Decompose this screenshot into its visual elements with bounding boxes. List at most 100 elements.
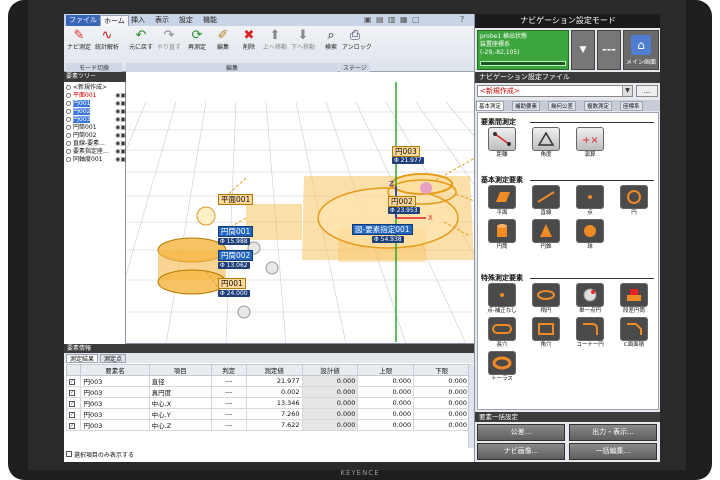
grid-icon[interactable]: ▦ [400, 15, 408, 25]
redo-button[interactable]: ↷ やり直す [156, 28, 182, 58]
measure-corner-circle-button[interactable]: コーナー円 [574, 317, 606, 353]
undo-button[interactable]: ↶ 元に戻す [128, 28, 154, 58]
column-header[interactable]: 上限 [357, 364, 415, 376]
label-element-specified[interactable]: 図-要素指定001 [352, 224, 413, 235]
row-checkbox[interactable]: ✓ [69, 401, 75, 407]
measure-square-hole-button[interactable]: 角穴 [530, 317, 562, 353]
tree-item[interactable]: 同軸度001 ◉▣ [66, 156, 126, 164]
column-header[interactable]: 設計値 [301, 364, 359, 376]
eye-icon[interactable]: ◉▣ [115, 148, 126, 156]
probe-dropdown-button[interactable]: ▼ [571, 30, 595, 70]
print-icon[interactable]: ▥ [388, 15, 396, 25]
measure-circle-button[interactable]: 円 [618, 185, 650, 221]
measure-cone-button[interactable]: 円錐 [530, 219, 562, 255]
cell-upper[interactable]: 0.000 [357, 397, 415, 409]
tree-item[interactable]: 円筒002 ◉▣ [66, 132, 126, 140]
tolerance-button[interactable]: 公差... [477, 424, 565, 441]
eye-icon[interactable]: ◉▣ [115, 92, 126, 100]
cell-lower[interactable]: 0.000 [413, 386, 470, 398]
tab-coordinate-system[interactable]: 座標系 [620, 101, 643, 111]
measure-point-button[interactable]: 点 [574, 185, 606, 221]
save-icon[interactable]: ▣ [364, 15, 372, 25]
tab-multi-measure[interactable]: 複数測定 [584, 101, 613, 111]
measure-ellipse-button[interactable]: 楕円 [530, 283, 562, 319]
main-screen-button[interactable]: ⌂ メイン画面 [623, 30, 659, 70]
label-circle-003[interactable]: 円003 [392, 146, 420, 157]
table-row[interactable]: ✓ 円003 直径 --- 21.977 0.000 0.000 0.000 [65, 375, 470, 387]
tab-functions[interactable]: 機能 [200, 15, 220, 26]
cell-lower[interactable]: 0.000 [413, 397, 470, 409]
tab-view[interactable]: 表示 [152, 15, 172, 26]
cell-design[interactable]: 0.000 [301, 397, 359, 409]
measure-single-point-circle-button[interactable]: 単一点円 [574, 283, 606, 319]
remeasure-button[interactable]: ⟳ 再測定 [184, 28, 210, 58]
edit-button[interactable]: ✐ 編集 [210, 28, 236, 58]
label-cylinder-002[interactable]: 円筒002 [218, 250, 254, 261]
measure-step-cylinder-button[interactable]: 段差円筒 [618, 283, 650, 319]
cell-design[interactable]: 0.000 [301, 408, 359, 420]
search-button[interactable]: ⌕ 検索 [318, 28, 344, 58]
eye-icon[interactable]: ◉▣ [115, 140, 126, 148]
row-checkbox[interactable]: ✓ [69, 412, 75, 418]
table-row[interactable]: ✓ 円003 真円度 --- 0.002 0.000 0.000 0.000 [65, 386, 470, 398]
label-circle-001[interactable]: 円001 [218, 278, 246, 289]
cell-lower[interactable]: 0.000 [413, 375, 470, 387]
table-row[interactable]: ✓ 円003 中心.Z --- 7.622 0.000 0.000 0.000 [65, 419, 470, 431]
measure-angle-button[interactable]: 角度 [530, 127, 562, 163]
cell-upper[interactable]: 0.000 [357, 375, 415, 387]
measure-torus-button[interactable]: トーラス [486, 351, 518, 387]
column-header[interactable]: 下限 [413, 364, 470, 376]
column-header[interactable]: 項目 [148, 364, 212, 376]
cell-upper[interactable]: 0.000 [357, 386, 415, 398]
folder-icon[interactable]: ▤ [376, 15, 384, 25]
cell-upper[interactable]: 0.000 [357, 408, 415, 420]
label-circle-002[interactable]: 円002 [388, 196, 416, 207]
measure-calculation-button[interactable]: +× 演算 [574, 127, 606, 163]
tree-item[interactable]: <新規作成> [66, 84, 126, 92]
move-down-button[interactable]: ⬇ 下へ移動 [290, 28, 316, 58]
tree-item[interactable]: 要素指定座... ◉▣ [66, 148, 126, 156]
cell-lower[interactable]: 0.000 [413, 419, 470, 431]
tree-item[interactable]: 円001 ◉▣ [66, 100, 126, 108]
batch-edit-button[interactable]: 一括編集... [569, 443, 657, 460]
measure-line-button[interactable]: 直線 [530, 185, 562, 221]
tree-item[interactable]: 円002 ◉▣ [66, 108, 126, 116]
tab-settings[interactable]: 設定 [176, 15, 196, 26]
nav-file-select[interactable]: <新規作成> ▼ [477, 85, 633, 97]
tab-basic-measure[interactable]: 基本測定 [476, 101, 505, 111]
tree-item[interactable]: 平面001 ◉▣ [66, 92, 126, 100]
eye-icon[interactable]: ◉▣ [115, 108, 126, 116]
eye-icon[interactable]: ◉▣ [115, 124, 126, 132]
measure-distance-button[interactable]: 距離 [486, 127, 518, 163]
column-header[interactable] [65, 364, 82, 376]
measure-slot-button[interactable]: 長穴 [486, 317, 518, 353]
show-selected-checkbox[interactable] [66, 451, 72, 457]
measure-plane-button[interactable]: 平面 [486, 185, 518, 221]
tree-item[interactable]: 円筒001 ◉▣ [66, 124, 126, 132]
help-icon[interactable]: ? [460, 15, 464, 25]
table-row[interactable]: ✓ 円003 中心.Y --- 7.260 0.000 0.000 0.000 [65, 408, 470, 420]
unlock-button[interactable]: ⎙ アンロック [342, 28, 372, 58]
nav-file-more-button[interactable]: ... [636, 85, 658, 97]
tab-home[interactable]: ホーム [100, 15, 129, 26]
row-checkbox[interactable]: ✓ [69, 423, 75, 429]
measure-point-uncompensated-button[interactable]: 点-補正なし [486, 283, 518, 319]
row-checkbox[interactable]: ✓ [69, 390, 75, 396]
tab-measure-results[interactable]: 測定結果 [66, 354, 99, 363]
tab-measure-points[interactable]: 測定点 [100, 354, 127, 363]
stats-button[interactable]: ∿ 統計解析 [94, 28, 120, 58]
window-icon[interactable]: ▢ [412, 15, 420, 25]
label-plane-001[interactable]: 平面001 [218, 194, 254, 205]
cell-design[interactable]: 0.000 [301, 386, 359, 398]
navi-measure-button[interactable]: ✎ ナビ測定 [66, 28, 92, 58]
navi-image-button[interactable]: ナビ画像... [477, 443, 565, 460]
cell-lower[interactable]: 0.000 [413, 408, 470, 420]
measure-chamfer-button[interactable]: C面面積 [618, 317, 650, 353]
column-header[interactable]: 測定値 [245, 364, 303, 376]
eye-icon[interactable]: ◉▣ [115, 156, 126, 164]
eye-icon[interactable]: ◉▣ [115, 116, 126, 124]
output-display-button[interactable]: 出力・表示... [569, 424, 657, 441]
measure-cylinder-button[interactable]: 円筒 [486, 219, 518, 255]
cell-upper[interactable]: 0.000 [357, 419, 415, 431]
tab-insert[interactable]: 挿入 [128, 15, 148, 26]
